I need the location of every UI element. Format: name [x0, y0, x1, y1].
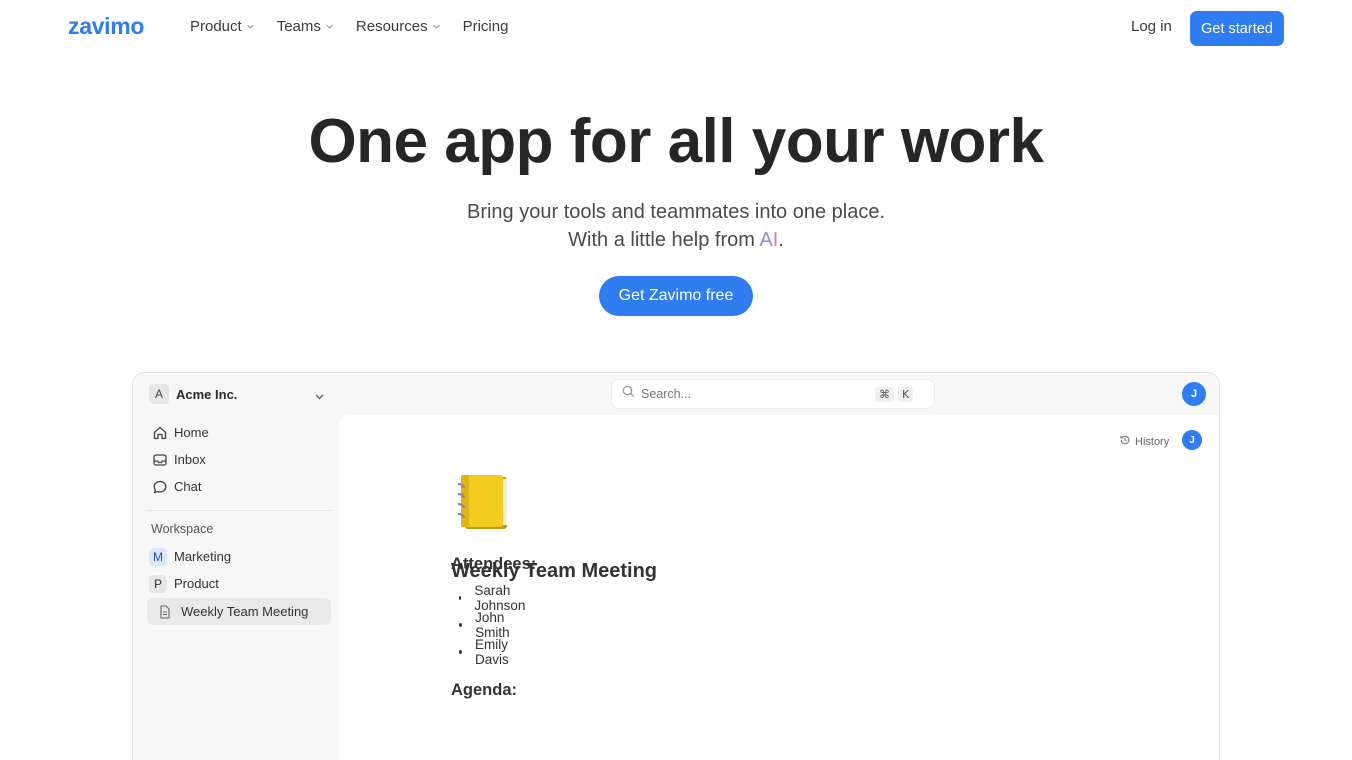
nav-product[interactable]: Product [190, 18, 255, 35]
list-item: Sarah Johnson [459, 583, 527, 613]
hero-subtitle: Bring your tools and teammates into one … [0, 198, 1352, 254]
sidebar-item-label: Inbox [174, 452, 206, 467]
notebook-icon [451, 471, 657, 540]
sidebar-item-label: Chat [174, 479, 202, 494]
command-key-hint: ⌘ [875, 386, 894, 402]
ai-highlight: AI [759, 229, 779, 251]
get-started-button[interactable]: Get started [1190, 11, 1284, 46]
nav-resources-label: Resources [355, 18, 428, 35]
workspace-name: Acme Inc. [176, 386, 238, 402]
nav-pricing-label: Pricing [462, 18, 509, 35]
inbox-icon [151, 451, 169, 469]
sidebar-item-chat[interactable]: Chat [147, 473, 331, 500]
sidebar-item-inbox[interactable]: Inbox [147, 446, 331, 473]
sidebar-item-weekly-team-meeting[interactable]: Weekly Team Meeting [147, 598, 331, 625]
nav-teams[interactable]: Teams [277, 18, 334, 35]
document-pane: History J Weekly Team Meeting Attendees:… [339, 415, 1219, 760]
top-nav: zavimo Product Teams Resources Pricing L… [0, 0, 1352, 56]
hero-line-1: Bring your tools and teammates into one … [466, 201, 886, 223]
nav-product-label: Product [190, 18, 242, 35]
app-preview: A Acme Inc. ⌘ K J Home Inbox Chat Worksp… [132, 372, 1220, 760]
sidebar-divider [147, 510, 331, 511]
nav-pricing[interactable]: Pricing [463, 18, 509, 35]
product-badge: P [149, 574, 167, 593]
nav-resources[interactable]: Resources [356, 18, 441, 35]
chat-icon [151, 478, 169, 496]
sidebar-item-label: Product [174, 576, 219, 591]
chevron-down-icon [246, 22, 255, 31]
history-button[interactable]: History [1119, 434, 1169, 449]
workspace-badge: A [149, 384, 169, 404]
document-icon [159, 604, 171, 619]
sidebar-section-workspace: Workspace [151, 522, 214, 536]
sidebar-item-label: Marketing [174, 549, 232, 564]
chevron-down-icon [314, 389, 325, 407]
sidebar-item-home[interactable]: Home [147, 419, 331, 446]
history-icon [1119, 434, 1131, 449]
sidebar: Home Inbox Chat Workspace M Marketing P … [147, 419, 331, 625]
search-bar[interactable]: ⌘ K [611, 379, 935, 409]
get-zavimo-free-button[interactable]: Get Zavimo free [599, 276, 753, 316]
search-icon [622, 385, 635, 403]
list-item: John Smith [459, 610, 527, 640]
k-key-hint: K [898, 386, 914, 402]
search-input[interactable] [641, 387, 871, 401]
list-item: Emily Davis [459, 637, 527, 667]
agenda-heading: Agenda: [451, 681, 517, 699]
login-link[interactable]: Log in [1131, 18, 1172, 35]
sidebar-item-product[interactable]: P Product [147, 570, 331, 597]
home-icon [151, 424, 169, 442]
attendees-heading: Attendees: [451, 555, 537, 573]
nav-teams-label: Teams [276, 18, 321, 35]
sidebar-item-marketing[interactable]: M Marketing [147, 543, 331, 570]
nav-links: Product Teams Resources Pricing [190, 18, 508, 35]
sidebar-item-label: Weekly Team Meeting [181, 604, 309, 619]
marketing-badge: M [149, 547, 167, 566]
hero-line-2: With a little help from AI. [0, 226, 1352, 254]
hero-line-2-text: With a little help from [568, 229, 760, 251]
logo[interactable]: zavimo [68, 13, 144, 40]
avatar[interactable]: J [1182, 430, 1202, 450]
chevron-down-icon [325, 22, 334, 31]
avatar[interactable]: J [1182, 382, 1206, 406]
hero-line-2-end: . [778, 229, 784, 251]
workspace-switcher[interactable]: A Acme Inc. [149, 384, 325, 404]
attendees-list: Sarah Johnson John Smith Emily Davis [459, 583, 527, 667]
history-label: History [1135, 435, 1170, 448]
hero-title: One app for all your work [308, 107, 1044, 176]
sidebar-item-label: Home [174, 425, 209, 440]
chevron-down-icon [432, 22, 441, 31]
